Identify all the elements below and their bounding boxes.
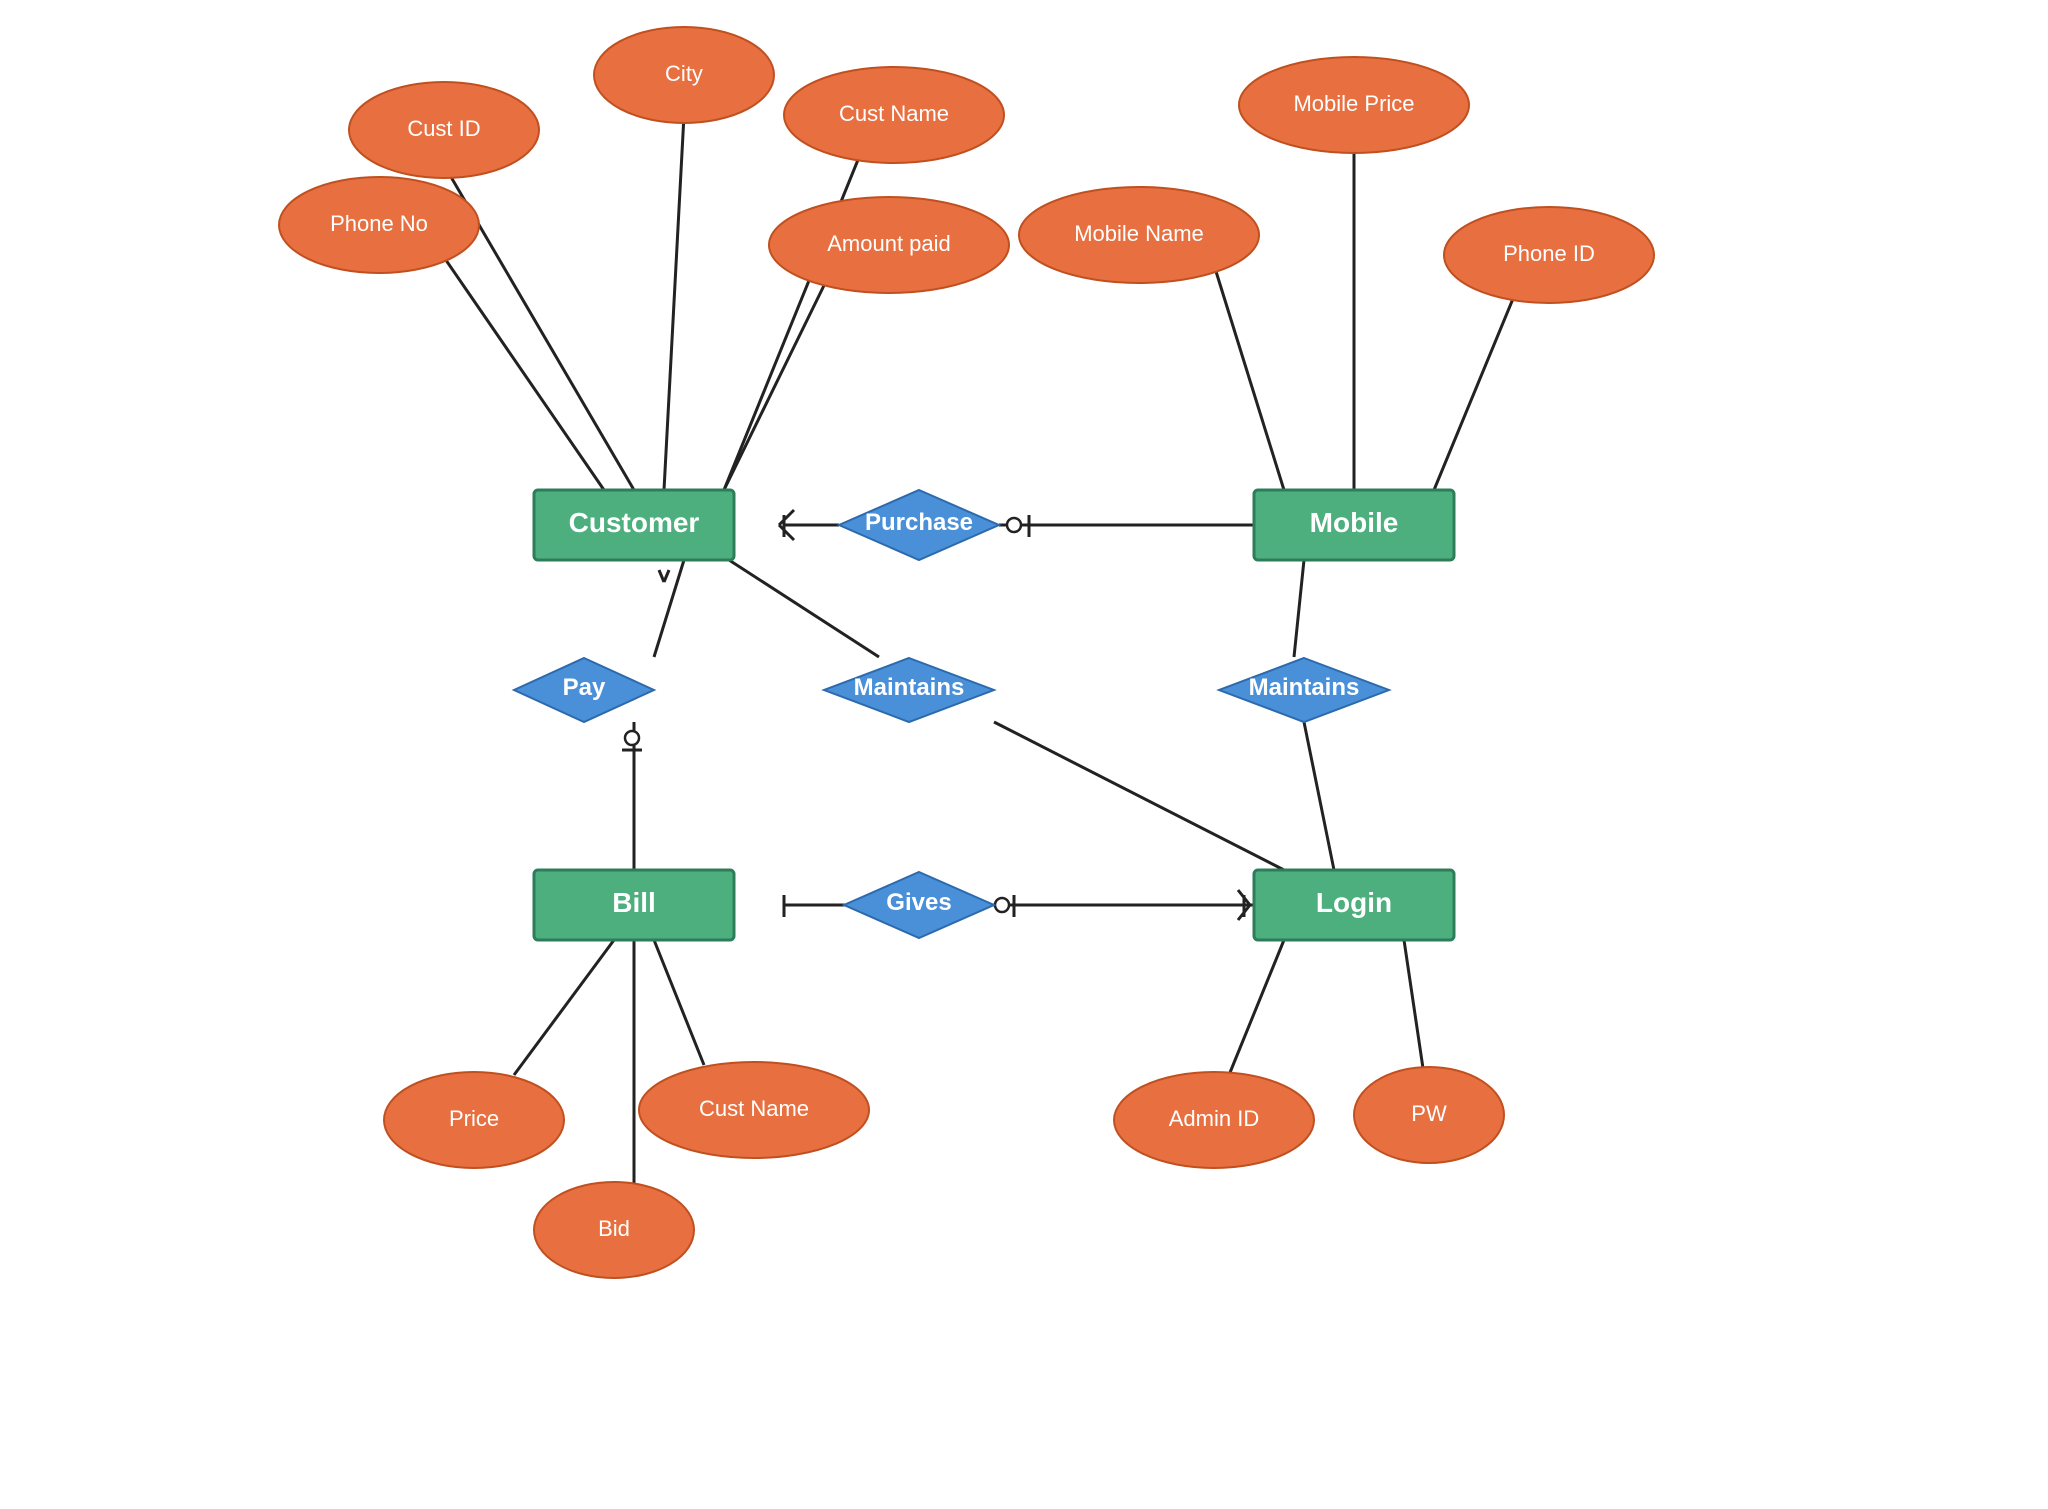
maintains-right-label: Maintains [1249, 674, 1360, 701]
pw-label: PW [1411, 1101, 1447, 1126]
login-label: Login [1316, 887, 1392, 918]
cust-name-label: Cust Name [839, 101, 949, 126]
mobile-name-label: Mobile Name [1074, 221, 1204, 246]
bill-label: Bill [612, 887, 656, 918]
city-label: City [665, 61, 703, 86]
maintains-left-label: Maintains [854, 674, 965, 701]
mobile-price-label: Mobile Price [1293, 91, 1414, 116]
customer-label: Customer [569, 507, 700, 538]
admin-id-label: Admin ID [1169, 1106, 1259, 1131]
pay-label: Pay [563, 674, 606, 701]
phone-no-label: Phone No [330, 211, 428, 236]
price-label: Price [449, 1106, 499, 1131]
cust-name-bill-label: Cust Name [699, 1096, 809, 1121]
bid-label: Bid [598, 1216, 630, 1241]
phone-id-label: Phone ID [1503, 241, 1595, 266]
gives-label: Gives [886, 889, 951, 916]
amount-paid-label: Amount paid [827, 231, 951, 256]
cust-id-label: Cust ID [407, 116, 480, 141]
mobile-label: Mobile [1310, 507, 1399, 538]
purchase-label: Purchase [865, 509, 973, 536]
